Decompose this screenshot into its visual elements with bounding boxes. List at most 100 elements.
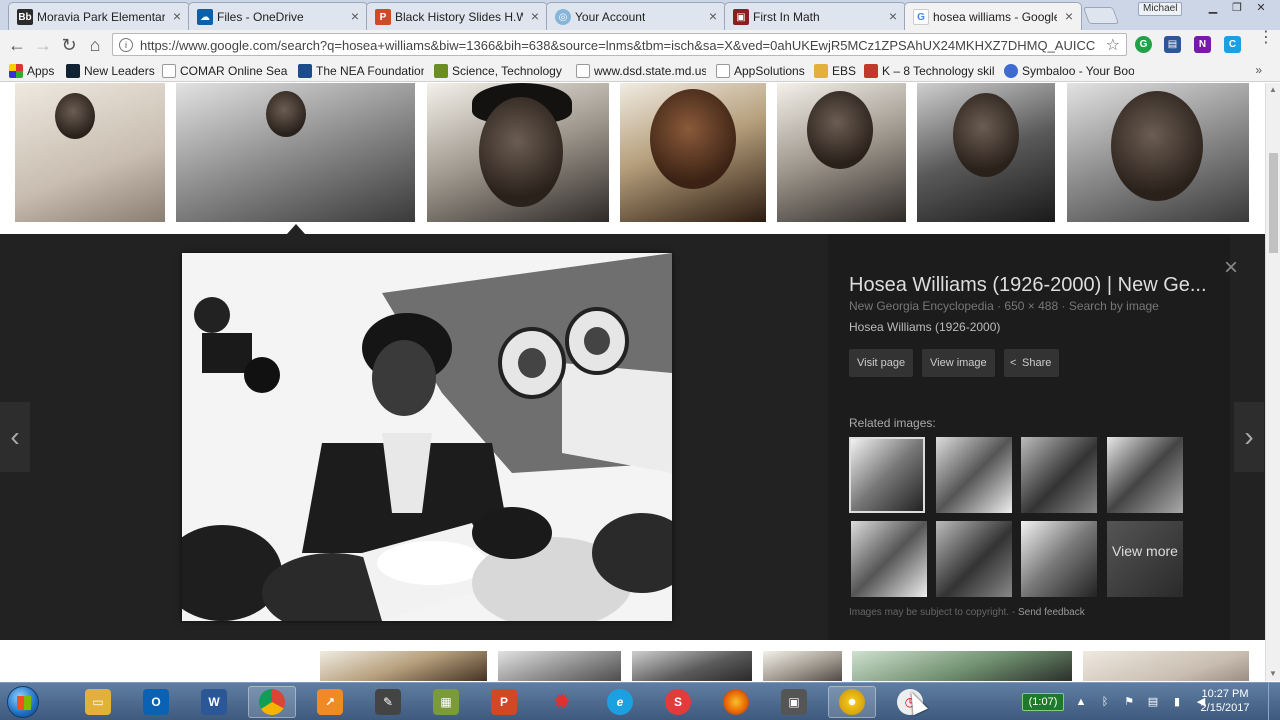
bookmarks-overflow-icon[interactable]: » bbox=[1255, 63, 1262, 77]
image-result-selected[interactable] bbox=[176, 83, 415, 222]
tab-moravia-park[interactable]: Bb Moravia Park Elementary × bbox=[8, 2, 190, 30]
profile-button[interactable]: Michael bbox=[1138, 2, 1183, 16]
minimize-icon[interactable]: ▁ bbox=[1202, 2, 1224, 16]
tab-onedrive[interactable]: ☁ Files - OneDrive × bbox=[188, 2, 368, 30]
bluetooth-icon[interactable]: ᛒ bbox=[1098, 695, 1112, 709]
bookmark-symbaloo[interactable]: Symbaloo - Your Boo bbox=[1004, 63, 1134, 79]
related-image[interactable] bbox=[936, 437, 1012, 513]
related-image[interactable] bbox=[1021, 521, 1097, 597]
taskbar-internet-explorer[interactable]: e bbox=[596, 686, 644, 718]
tab-first-in-math[interactable]: ▣ First In Math × bbox=[724, 2, 906, 30]
related-image[interactable] bbox=[851, 521, 927, 597]
image-result[interactable] bbox=[620, 83, 766, 222]
image-result[interactable] bbox=[498, 651, 621, 681]
tab-black-history-slides[interactable]: P Black History Slides H.W × bbox=[366, 2, 548, 30]
close-tab-icon[interactable]: × bbox=[709, 8, 717, 24]
send-feedback-link[interactable]: Send feedback bbox=[1018, 607, 1085, 618]
back-arrow-icon[interactable]: ← bbox=[6, 35, 28, 55]
taskbar-outlook[interactable]: O bbox=[132, 686, 180, 718]
scrollbar-thumb[interactable] bbox=[1269, 153, 1278, 253]
bookmark-star-icon[interactable]: ☆ bbox=[1106, 35, 1120, 55]
search-by-image-link[interactable]: Search by image bbox=[1069, 299, 1159, 313]
image-result[interactable] bbox=[427, 83, 609, 222]
extension-c-icon[interactable]: C bbox=[1224, 36, 1241, 53]
vertical-scrollbar[interactable]: ▲ ▼ bbox=[1265, 83, 1280, 681]
taskbar-firefox[interactable] bbox=[712, 686, 760, 718]
grammarly-icon[interactable]: G bbox=[1135, 36, 1152, 53]
bookmark-new-leaders[interactable]: New Leaders bbox=[66, 63, 156, 79]
taskbar-splat-app[interactable]: ✹ bbox=[538, 686, 586, 718]
image-title[interactable]: Hosea Williams (1926-2000) | New Ge... bbox=[849, 274, 1219, 297]
new-tab-button[interactable] bbox=[1082, 7, 1120, 24]
previous-image-arrow[interactable]: ‹ bbox=[0, 402, 30, 472]
forward-arrow-icon[interactable]: → bbox=[32, 35, 54, 55]
image-result[interactable] bbox=[1067, 83, 1249, 222]
bookmark-appsolutions[interactable]: AppSolutions bbox=[716, 63, 806, 79]
bookmark-dsd-state[interactable]: www.dsd.state.md.us/ bbox=[576, 63, 706, 79]
image-result[interactable] bbox=[632, 651, 752, 681]
related-image[interactable] bbox=[936, 521, 1012, 597]
related-image[interactable] bbox=[1107, 437, 1183, 513]
battery-timer-badge[interactable]: (1:07) bbox=[1022, 693, 1064, 711]
show-hidden-icons[interactable]: ▲ bbox=[1074, 695, 1088, 709]
taskbar-powerpoint[interactable]: P bbox=[480, 686, 528, 718]
taskbar-paint[interactable]: ▦ bbox=[422, 686, 470, 718]
reload-icon[interactable]: ↻ bbox=[58, 35, 80, 55]
signal-icon[interactable]: ▮ bbox=[1170, 695, 1184, 709]
taskbar-media-disc[interactable] bbox=[828, 686, 876, 718]
bookmark-ebs[interactable]: EBS bbox=[814, 63, 856, 79]
close-tab-icon[interactable]: × bbox=[173, 8, 181, 24]
taskbar-word[interactable]: W bbox=[190, 686, 238, 718]
related-image[interactable] bbox=[849, 437, 925, 513]
home-icon[interactable]: ⌂ bbox=[84, 35, 106, 55]
restore-icon[interactable]: ❐ bbox=[1226, 2, 1248, 16]
close-tab-icon[interactable]: × bbox=[351, 8, 359, 24]
tab-hosea-williams-google[interactable]: G hosea williams - Google × bbox=[904, 2, 1082, 30]
bookmark-k8-technology[interactable]: K – 8 Technology skill bbox=[864, 63, 994, 79]
info-icon[interactable]: i bbox=[119, 38, 133, 52]
taskbar-chrome[interactable] bbox=[248, 686, 296, 718]
image-result[interactable] bbox=[320, 651, 487, 681]
close-tab-icon[interactable]: × bbox=[889, 8, 897, 24]
start-button[interactable] bbox=[7, 686, 39, 718]
visit-page-button[interactable]: Visit page bbox=[849, 349, 914, 377]
address-bar[interactable]: i https://www.google.com/search?q=hosea+… bbox=[112, 33, 1127, 56]
onenote-icon[interactable]: N bbox=[1194, 36, 1211, 53]
bookmark-science-technology[interactable]: Science, Technology, E bbox=[434, 63, 562, 79]
image-result[interactable] bbox=[852, 651, 1072, 681]
close-tab-icon[interactable]: × bbox=[531, 8, 539, 24]
close-window-icon[interactable]: ✕ bbox=[1250, 2, 1272, 16]
taskbar-red-app[interactable]: S bbox=[654, 686, 702, 718]
taskbar-app-orange[interactable]: ↗ bbox=[306, 686, 354, 718]
image-result[interactable] bbox=[1083, 651, 1249, 681]
image-result[interactable] bbox=[917, 83, 1055, 222]
bookmark-nea-foundation[interactable]: The NEA Foundation bbox=[298, 63, 424, 79]
menu-dots-icon[interactable]: ⋮ bbox=[1258, 30, 1274, 46]
system-clock[interactable]: 10:27 PM 2/15/2017 bbox=[1195, 687, 1255, 715]
bookmark-comar[interactable]: COMAR Online Searc bbox=[162, 63, 288, 79]
share-button[interactable]: < Share bbox=[1004, 349, 1060, 377]
tab-your-account[interactable]: ◎ Your Account × bbox=[546, 2, 726, 30]
taskbar-paint-tool[interactable]: ✎ bbox=[364, 686, 412, 718]
view-more-button[interactable]: View more bbox=[1107, 521, 1183, 597]
taskbar-screen-capture[interactable]: ▣ bbox=[770, 686, 818, 718]
network-icon[interactable]: ▤ bbox=[1146, 695, 1160, 709]
image-result[interactable] bbox=[763, 651, 842, 681]
scroll-up-icon[interactable]: ▲ bbox=[1269, 85, 1277, 94]
taskbar-explorer[interactable]: ▭ bbox=[74, 686, 122, 718]
url-text[interactable]: https://www.google.com/search?q=hosea+wi… bbox=[140, 38, 1100, 53]
close-preview-icon[interactable]: × bbox=[1224, 254, 1238, 282]
extension-book-icon[interactable]: ▤ bbox=[1164, 36, 1181, 53]
image-result[interactable] bbox=[777, 83, 906, 222]
bookmark-apps[interactable]: Apps bbox=[9, 63, 61, 79]
next-image-arrow[interactable]: › bbox=[1234, 402, 1264, 472]
preview-image[interactable] bbox=[182, 253, 672, 621]
scroll-down-icon[interactable]: ▼ bbox=[1269, 669, 1277, 678]
image-result[interactable] bbox=[15, 83, 165, 222]
show-desktop-button[interactable] bbox=[1268, 683, 1280, 720]
close-tab-icon[interactable]: × bbox=[1065, 8, 1073, 24]
flag-icon[interactable]: ⚑ bbox=[1122, 695, 1136, 709]
view-image-button[interactable]: View image bbox=[922, 349, 995, 377]
related-image[interactable] bbox=[1021, 437, 1097, 513]
image-source[interactable]: New Georgia Encyclopedia bbox=[849, 299, 994, 313]
